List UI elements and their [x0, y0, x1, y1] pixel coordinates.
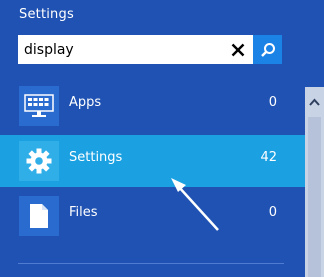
- file-icon: [30, 204, 48, 228]
- files-tile: [19, 196, 59, 236]
- close-icon: [231, 43, 245, 56]
- result-apps[interactable]: Apps 0: [0, 80, 305, 132]
- settings-tile: [19, 141, 59, 181]
- scrollbar[interactable]: [305, 87, 324, 277]
- result-label: Files: [69, 205, 98, 220]
- result-settings[interactable]: Settings 42: [0, 135, 305, 187]
- chevron-up-icon: [309, 98, 320, 106]
- scroll-up-button[interactable]: [305, 87, 324, 116]
- search-icon: [260, 42, 275, 57]
- divider: [18, 263, 284, 264]
- search-box[interactable]: [18, 35, 282, 64]
- panel-title: Settings: [19, 7, 74, 22]
- apps-icon: [24, 94, 54, 117]
- search-button[interactable]: [253, 35, 282, 64]
- clear-search-button[interactable]: [223, 35, 253, 64]
- result-label: Settings: [69, 150, 123, 165]
- apps-tile: [19, 86, 59, 126]
- scroll-thumb[interactable]: [308, 117, 321, 277]
- gear-icon: [26, 148, 52, 174]
- result-files[interactable]: Files 0: [0, 190, 305, 242]
- result-count: 0: [268, 205, 277, 220]
- search-input[interactable]: [24, 36, 224, 63]
- result-count: 42: [260, 150, 277, 165]
- result-label: Apps: [69, 95, 102, 110]
- result-count: 0: [268, 95, 277, 110]
